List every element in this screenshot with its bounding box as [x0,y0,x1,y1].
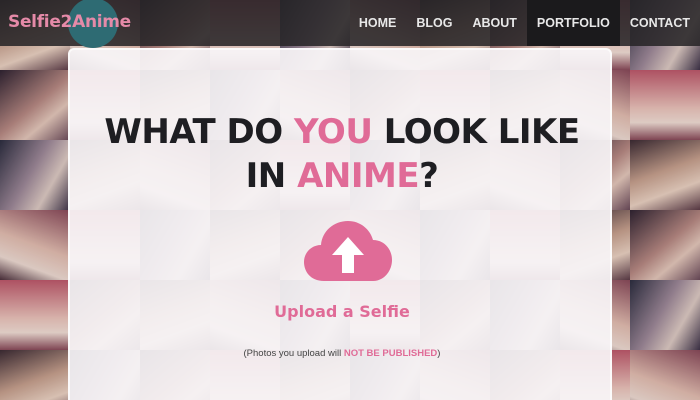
main-nav: HOME BLOG ABOUT PORTFOLIO CONTACT [349,0,700,46]
note-emphasis: NOT BE PUBLISHED [343,348,438,359]
note-prefix: (Photos you upload will [243,348,344,359]
headline-part: LOOK LIKE [372,112,580,152]
bg-tile [0,210,70,280]
headline-highlight-you: YOU [294,112,373,152]
cloud-upload-icon[interactable] [302,215,394,287]
headline-part: WHAT DO [104,112,295,152]
bg-tile [630,210,700,280]
privacy-note: (Photos you upload will NOT BE PUBLISHED… [70,348,614,359]
bg-tile [0,140,70,210]
hero-headline: WHAT DO YOU LOOK LIKE IN ANIME? [70,110,614,198]
bg-tile [0,280,70,350]
headline-highlight-anime: ANIME [297,156,420,196]
headline-part: ? [419,156,439,196]
bg-tile [0,350,70,400]
nav-portfolio[interactable]: PORTFOLIO [526,0,620,46]
nav-contact[interactable]: CONTACT [620,0,700,46]
bg-tile [630,140,700,210]
note-suffix: ) [437,348,441,359]
nav-blog[interactable]: BLOG [406,0,462,46]
bg-tile [630,280,700,350]
headline-part: IN [245,156,298,196]
nav-about[interactable]: ABOUT [462,0,526,46]
upload-card: WHAT DO YOU LOOK LIKE IN ANIME? Upload a… [68,48,612,400]
site-header: Selfie2Anime HOME BLOG ABOUT PORTFOLIO C… [0,0,700,48]
nav-home[interactable]: HOME [349,0,407,46]
bg-tile [630,70,700,140]
site-logo[interactable]: Selfie2Anime [8,12,131,32]
bg-tile [0,70,70,140]
upload-selfie-link[interactable]: Upload a Selfie [70,302,614,321]
bg-tile [630,350,700,400]
